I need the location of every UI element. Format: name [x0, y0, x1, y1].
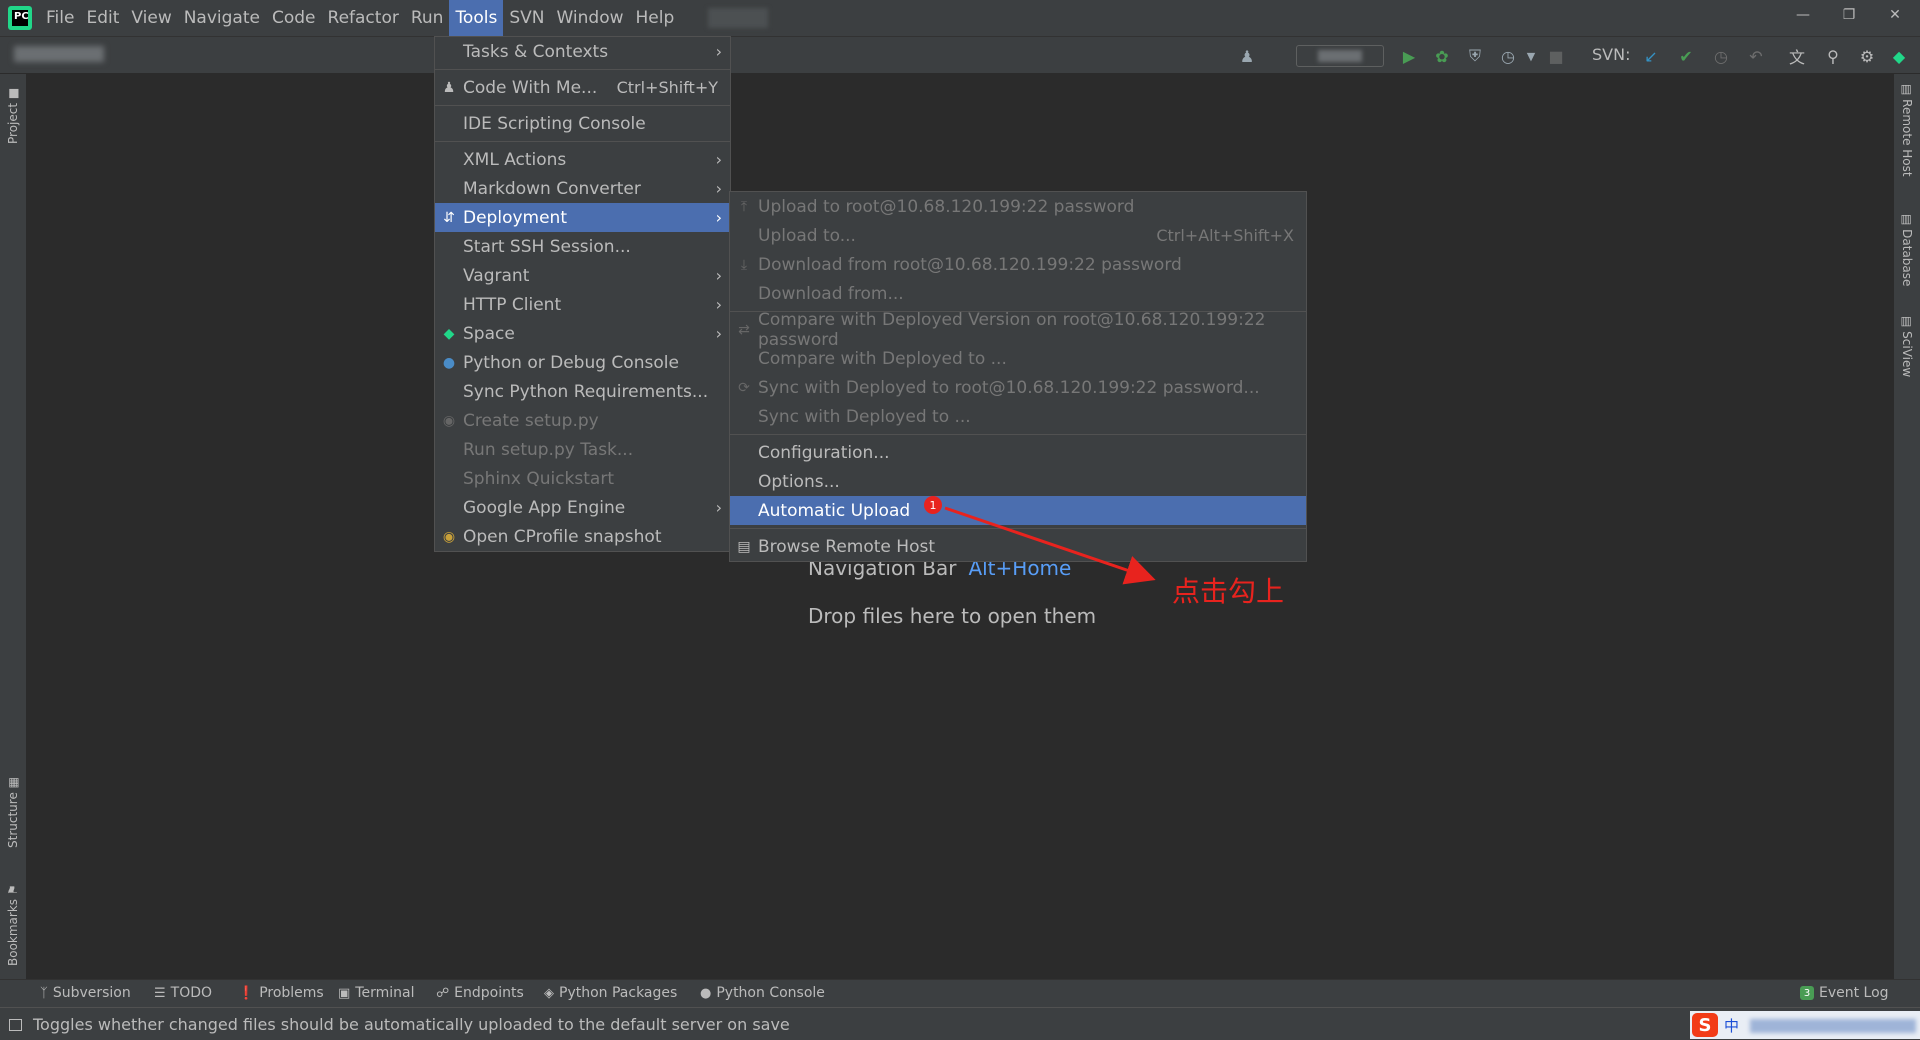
event-log-count: 3	[1800, 986, 1814, 1000]
tool-tab-label: Event Log	[1819, 985, 1889, 1001]
tool-tab-label: Python Console	[716, 985, 825, 1001]
annotation-text: 点击勾上	[1172, 575, 1285, 608]
tool-tab-todo[interactable]: ☰ TODO	[154, 985, 212, 1001]
tool-tab-event-log[interactable]: 3 Event Log	[1800, 985, 1889, 1001]
endpoints-icon: ☍	[436, 985, 450, 1001]
ime-language-toggle[interactable]: 中	[1724, 1015, 1739, 1036]
annotation-arrow	[944, 506, 1156, 585]
status-window-icon[interactable]	[9, 1019, 22, 1031]
tool-tab-label: Problems	[259, 985, 324, 1001]
todo-icon: ☰	[154, 985, 166, 1001]
tool-tab-python-packages[interactable]: ◈ Python Packages	[544, 985, 677, 1001]
tool-tab-label: Subversion	[52, 985, 131, 1001]
ime-toolbar: S 中	[1690, 1011, 1920, 1039]
tool-tab-label: Python Packages	[559, 985, 678, 1001]
subversion-icon: ᛉ	[40, 985, 48, 1001]
terminal-icon: ▣	[338, 985, 351, 1001]
tool-tab-subversion[interactable]: ᛉ Subversion	[40, 985, 131, 1001]
python-icon: ●	[700, 985, 712, 1001]
tool-window-bar: ᛉ Subversion ☰ TODO ❗ Problems ▣ Terminal ☍ E…	[0, 979, 1920, 1007]
packages-icon: ◈	[544, 985, 554, 1001]
tool-tab-label: Endpoints	[454, 985, 524, 1001]
problems-icon: ❗	[238, 985, 255, 1001]
tool-tab-terminal[interactable]: ▣ Terminal	[338, 985, 414, 1001]
ide-window: PC File Edit View Navigate Code Refactor…	[0, 0, 1920, 1040]
tool-tab-label: Terminal	[355, 985, 415, 1001]
tool-tab-problems[interactable]: ❗ Problems	[238, 985, 324, 1001]
status-message: Toggles whether changed files should be …	[33, 1015, 790, 1034]
tool-tab-label: TODO	[170, 985, 213, 1001]
status-bar: Toggles whether changed files should be …	[0, 1007, 1920, 1040]
ime-logo-icon[interactable]: S	[1692, 1013, 1718, 1037]
ime-tools-redacted	[1750, 1019, 1916, 1033]
tool-tab-endpoints[interactable]: ☍ Endpoints	[436, 985, 524, 1001]
tool-tab-python-console[interactable]: ● Python Console	[700, 985, 825, 1001]
